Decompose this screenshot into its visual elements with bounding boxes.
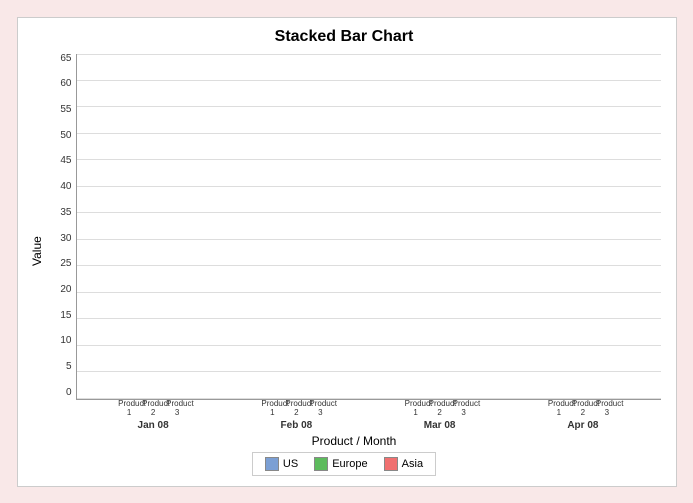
x-group-label: Product1Product2Product3 Mar 08	[368, 400, 511, 431]
legend-color-box	[265, 457, 279, 471]
x-group-label: Product1Product2Product3 Apr 08	[511, 400, 654, 431]
x-bar-label: Product3	[596, 400, 618, 418]
y-tick: 10	[60, 336, 71, 346]
legend-color-box	[384, 457, 398, 471]
x-group-labels: Product1Product2Product3Jan 08Product1Pr…	[76, 400, 661, 431]
x-bar-labels-row: Product1Product2Product3	[227, 400, 366, 418]
x-bar-labels-row: Product1Product2Product3	[370, 400, 509, 418]
y-tick: 35	[60, 208, 71, 218]
legend-item: Europe	[314, 457, 367, 471]
x-bar-labels-row: Product1Product2Product3	[84, 400, 223, 418]
y-tick: 30	[60, 234, 71, 244]
y-axis-ticks: 0 5 10 15 20 25 30 35 40 45 50 55 60 65	[48, 54, 76, 400]
legend-label: US	[283, 458, 298, 470]
y-tick: 25	[60, 259, 71, 269]
x-month-label: Jan 08	[138, 420, 169, 431]
legend-item: US	[265, 457, 298, 471]
y-tick: 0	[66, 388, 72, 398]
x-bar-label: Product3	[309, 400, 331, 418]
y-tick: 20	[60, 285, 71, 295]
x-bar-label: Product1	[118, 400, 140, 418]
x-month-label: Apr 08	[567, 420, 598, 431]
x-bar-label: Product2	[142, 400, 164, 418]
x-group-label: Product1Product2Product3 Jan 08	[82, 400, 225, 431]
x-group-label: Product1Product2Product3 Feb 08	[225, 400, 368, 431]
plot-area: 0 5 10 15 20 25 30 35 40 45 50 55 60 65	[48, 54, 661, 400]
chart-title: Stacked Bar Chart	[275, 28, 414, 46]
x-axis-area: Product1Product2Product3Jan 08Product1Pr…	[76, 400, 661, 431]
x-bar-label: Product2	[429, 400, 451, 418]
legend-label: Europe	[332, 458, 367, 470]
x-bar-label: Product1	[548, 400, 570, 418]
legend-item: Asia	[384, 457, 423, 471]
x-axis-title: Product / Month	[48, 434, 661, 448]
x-bar-label: Product1	[405, 400, 427, 418]
y-tick: 15	[60, 311, 71, 321]
y-tick: 55	[60, 105, 71, 115]
x-bar-labels-row: Product1Product2Product3	[513, 400, 652, 418]
x-bar-label: Product3	[166, 400, 188, 418]
legend-color-box	[314, 457, 328, 471]
y-tick: 45	[60, 156, 71, 166]
y-tick: 65	[60, 54, 71, 64]
x-month-label: Feb 08	[281, 420, 313, 431]
y-tick: 60	[60, 79, 71, 89]
y-tick: 5	[66, 362, 72, 372]
x-bar-label: Product3	[453, 400, 475, 418]
chart-container: Stacked Bar Chart Value 0 5 10 15 20 25 30 35 40…	[17, 17, 677, 487]
bars-area	[76, 54, 661, 400]
x-bar-label: Product2	[285, 400, 307, 418]
legend: US Europe Asia	[252, 452, 436, 476]
legend-label: Asia	[402, 458, 423, 470]
chart-inner: 05101520253035404550556065 Product1Produ…	[48, 54, 661, 448]
x-month-label: Mar 08	[424, 420, 456, 431]
x-bar-label: Product2	[572, 400, 594, 418]
x-bar-label: Product1	[261, 400, 283, 418]
chart-body: Value 0 5 10 15 20 25 30 35 40 45 50 55 60 65 Product…	[28, 54, 661, 448]
y-tick: 50	[60, 131, 71, 141]
y-tick: 40	[60, 182, 71, 192]
y-axis-label: Value	[28, 54, 46, 448]
bars-row	[77, 54, 661, 399]
